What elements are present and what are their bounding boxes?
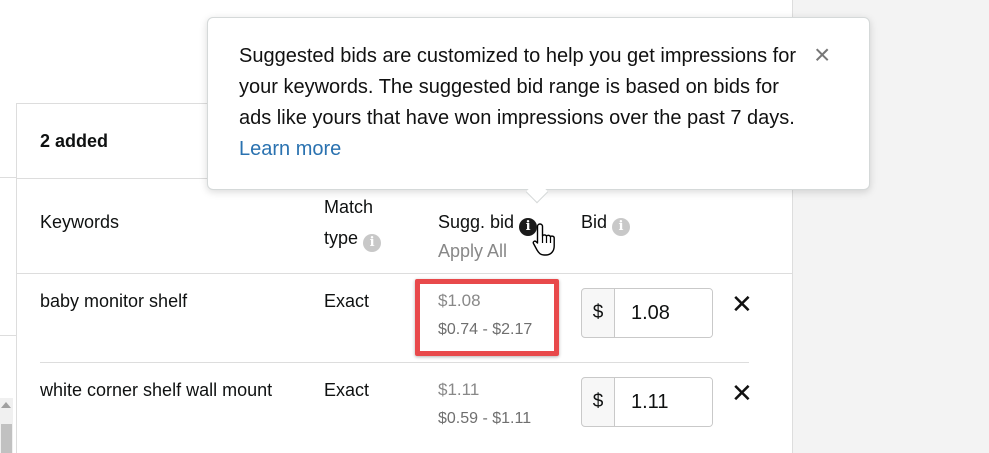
bid-input-group: $ 1.11 — [581, 377, 713, 427]
close-icon[interactable]: × — [814, 41, 830, 69]
left-strip-divider — [0, 335, 17, 336]
suggested-bid: $1.11 — [438, 380, 480, 399]
scrollbar-thumb[interactable] — [1, 424, 12, 453]
remove-keyword-icon[interactable]: ✕ — [731, 379, 753, 407]
keyword-text: baby monitor shelf — [40, 291, 188, 311]
learn-more-link[interactable]: Learn more — [239, 138, 341, 160]
left-strip-divider — [0, 177, 17, 178]
table-row: baby monitor shelf Exact $1.08 $0.74 - $… — [17, 274, 792, 363]
table-row: white corner shelf wall mount Exact $1.1… — [17, 363, 792, 452]
bid-input[interactable]: 1.11 — [615, 378, 712, 426]
hand-cursor-icon — [532, 223, 555, 256]
bid-input-group: $ 1.08 — [581, 288, 713, 338]
keyword-text: white corner shelf wall mount — [40, 380, 273, 400]
match-type-value: Exact — [324, 380, 370, 400]
column-header-match-type: Match type i — [324, 192, 382, 254]
column-header-bid: Bid i — [581, 207, 631, 238]
currency-symbol: $ — [582, 378, 615, 426]
apply-all-link[interactable]: Apply All — [438, 239, 507, 263]
added-count: 2 added — [40, 131, 109, 151]
suggested-bid-popover: Suggested bids are customized to help yo… — [207, 17, 870, 204]
suggested-bid-highlight — [415, 279, 559, 356]
bid-input[interactable]: 1.08 — [615, 289, 712, 337]
column-header-match-type-line1: Match — [324, 197, 374, 217]
match-type-value: Exact — [324, 291, 370, 311]
popover-body: Suggested bids are customized to help yo… — [239, 45, 796, 129]
currency-symbol: $ — [582, 289, 615, 337]
bid-info-icon[interactable]: i — [612, 218, 631, 236]
match-type-info-icon[interactable]: i — [363, 234, 382, 252]
column-header-sugg-bid-label: Sugg. bid — [438, 212, 515, 232]
column-header-keywords: Keywords — [40, 212, 120, 232]
column-header-match-type-line2: type — [324, 228, 359, 248]
suggested-bid-range: $0.59 - $1.11 — [438, 410, 532, 427]
scroll-up-arrow-icon[interactable] — [1, 402, 11, 408]
column-header-bid-label: Bid — [581, 212, 608, 232]
remove-keyword-icon[interactable]: ✕ — [731, 290, 753, 318]
column-header-sugg-bid: Sugg. bid i — [438, 207, 538, 238]
popover-text: Suggested bids are customized to help yo… — [239, 41, 799, 165]
